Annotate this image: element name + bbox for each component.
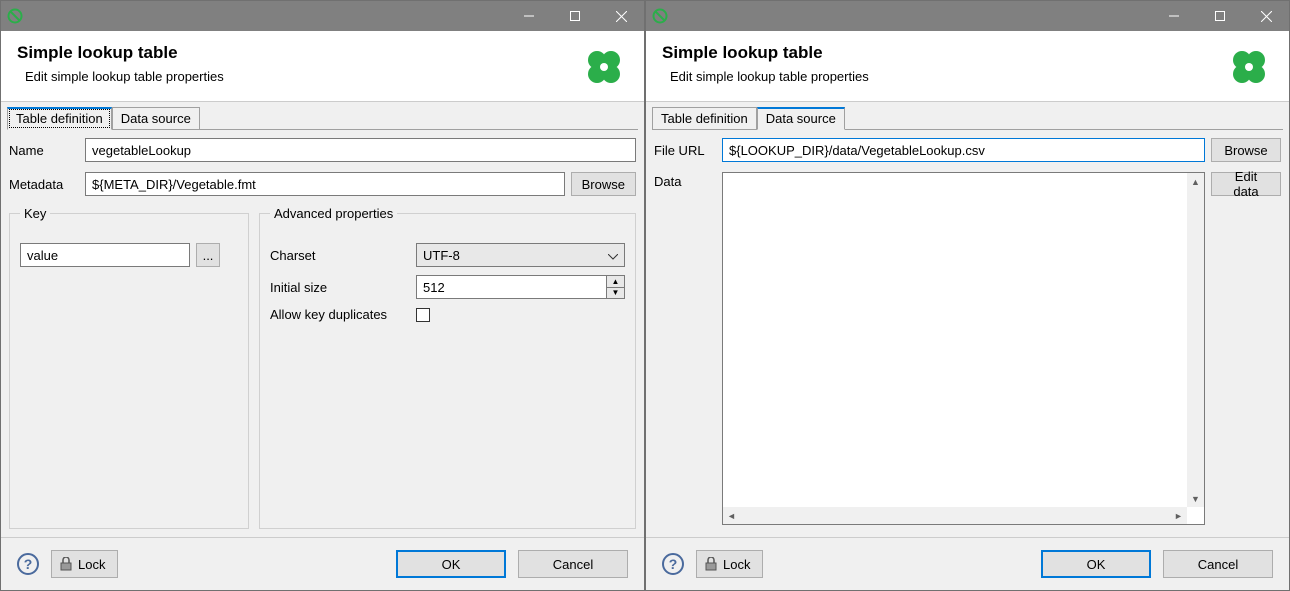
scroll-up-icon[interactable]: ▲ (1187, 173, 1204, 190)
lock-button[interactable]: Lock (51, 550, 118, 578)
dialog-subtitle: Edit simple lookup table properties (670, 69, 1225, 84)
dialog-title: Simple lookup table (662, 43, 1225, 63)
tab-bar: Table definition Data source (652, 106, 1283, 130)
close-button[interactable] (1243, 1, 1289, 31)
ok-button[interactable]: OK (396, 550, 506, 578)
tab-data-source[interactable]: Data source (112, 107, 200, 129)
advanced-group-legend: Advanced properties (270, 206, 397, 221)
scroll-right-icon[interactable]: ► (1170, 507, 1187, 524)
lock-button[interactable]: Lock (696, 550, 763, 578)
allow-duplicates-checkbox[interactable] (416, 308, 430, 322)
dialog-data-source: Simple lookup table Edit simple lookup t… (645, 0, 1290, 591)
tab-table-definition[interactable]: Table definition (7, 107, 112, 130)
app-icon (652, 8, 668, 24)
charset-select[interactable]: UTF-8 (416, 243, 625, 267)
dialog-subtitle: Edit simple lookup table properties (25, 69, 580, 84)
file-url-browse-button[interactable]: Browse (1211, 138, 1281, 162)
lock-label: Lock (723, 557, 750, 572)
close-button[interactable] (598, 1, 644, 31)
cancel-button[interactable]: Cancel (1163, 550, 1273, 578)
allow-duplicates-label: Allow key duplicates (270, 307, 410, 322)
key-group: Key ... (9, 206, 249, 529)
titlebar (646, 1, 1289, 31)
charset-value: UTF-8 (423, 248, 460, 263)
initial-size-input[interactable] (417, 276, 606, 298)
key-group-legend: Key (20, 206, 50, 221)
lock-icon (705, 557, 717, 571)
titlebar (1, 1, 644, 31)
scroll-down-icon[interactable]: ▼ (1187, 490, 1204, 507)
initial-size-spinner[interactable]: ▲ ▼ (416, 275, 625, 299)
tab-table-definition[interactable]: Table definition (652, 107, 757, 129)
file-url-label: File URL (654, 143, 716, 158)
cancel-button[interactable]: Cancel (518, 550, 628, 578)
advanced-group: Advanced properties Charset UTF-8 Initia… (259, 206, 636, 529)
dialog-title: Simple lookup table (17, 43, 580, 63)
charset-label: Charset (270, 248, 410, 263)
spinner-down-button[interactable]: ▼ (607, 288, 624, 299)
maximize-button[interactable] (1197, 1, 1243, 31)
edit-data-button[interactable]: Edit data (1211, 172, 1281, 196)
horizontal-scrollbar[interactable]: ◄ ► (723, 507, 1187, 524)
spinner-up-button[interactable]: ▲ (607, 276, 624, 288)
scroll-left-icon[interactable]: ◄ (723, 507, 740, 524)
metadata-browse-button[interactable]: Browse (571, 172, 636, 196)
name-label: Name (9, 143, 79, 158)
dialog-header: Simple lookup table Edit simple lookup t… (1, 31, 644, 102)
help-icon[interactable]: ? (662, 553, 684, 575)
maximize-button[interactable] (552, 1, 598, 31)
minimize-button[interactable] (1151, 1, 1197, 31)
vertical-scrollbar[interactable]: ▲ ▼ (1187, 173, 1204, 507)
clover-icon (1225, 43, 1273, 91)
data-label: Data (654, 172, 716, 525)
tab-data-source[interactable]: Data source (757, 107, 845, 130)
lock-label: Lock (78, 557, 105, 572)
dialog-footer: ? Lock OK Cancel (646, 537, 1289, 590)
lock-icon (60, 557, 72, 571)
ok-button[interactable]: OK (1041, 550, 1151, 578)
dialog-table-definition: Simple lookup table Edit simple lookup t… (0, 0, 645, 591)
clover-icon (580, 43, 628, 91)
name-input[interactable] (85, 138, 636, 162)
dialog-header: Simple lookup table Edit simple lookup t… (646, 31, 1289, 102)
key-input[interactable] (20, 243, 190, 267)
key-ellipsis-button[interactable]: ... (196, 243, 220, 267)
help-icon[interactable]: ? (17, 553, 39, 575)
metadata-input[interactable] (85, 172, 565, 196)
data-textarea[interactable]: ▲ ▼ ◄ ► (722, 172, 1205, 525)
metadata-label: Metadata (9, 177, 79, 192)
app-icon (7, 8, 23, 24)
dialog-footer: ? Lock OK Cancel (1, 537, 644, 590)
tab-bar: Table definition Data source (7, 106, 638, 130)
minimize-button[interactable] (506, 1, 552, 31)
chevron-down-icon (608, 248, 618, 263)
initial-size-label: Initial size (270, 280, 410, 295)
file-url-input[interactable] (722, 138, 1205, 162)
